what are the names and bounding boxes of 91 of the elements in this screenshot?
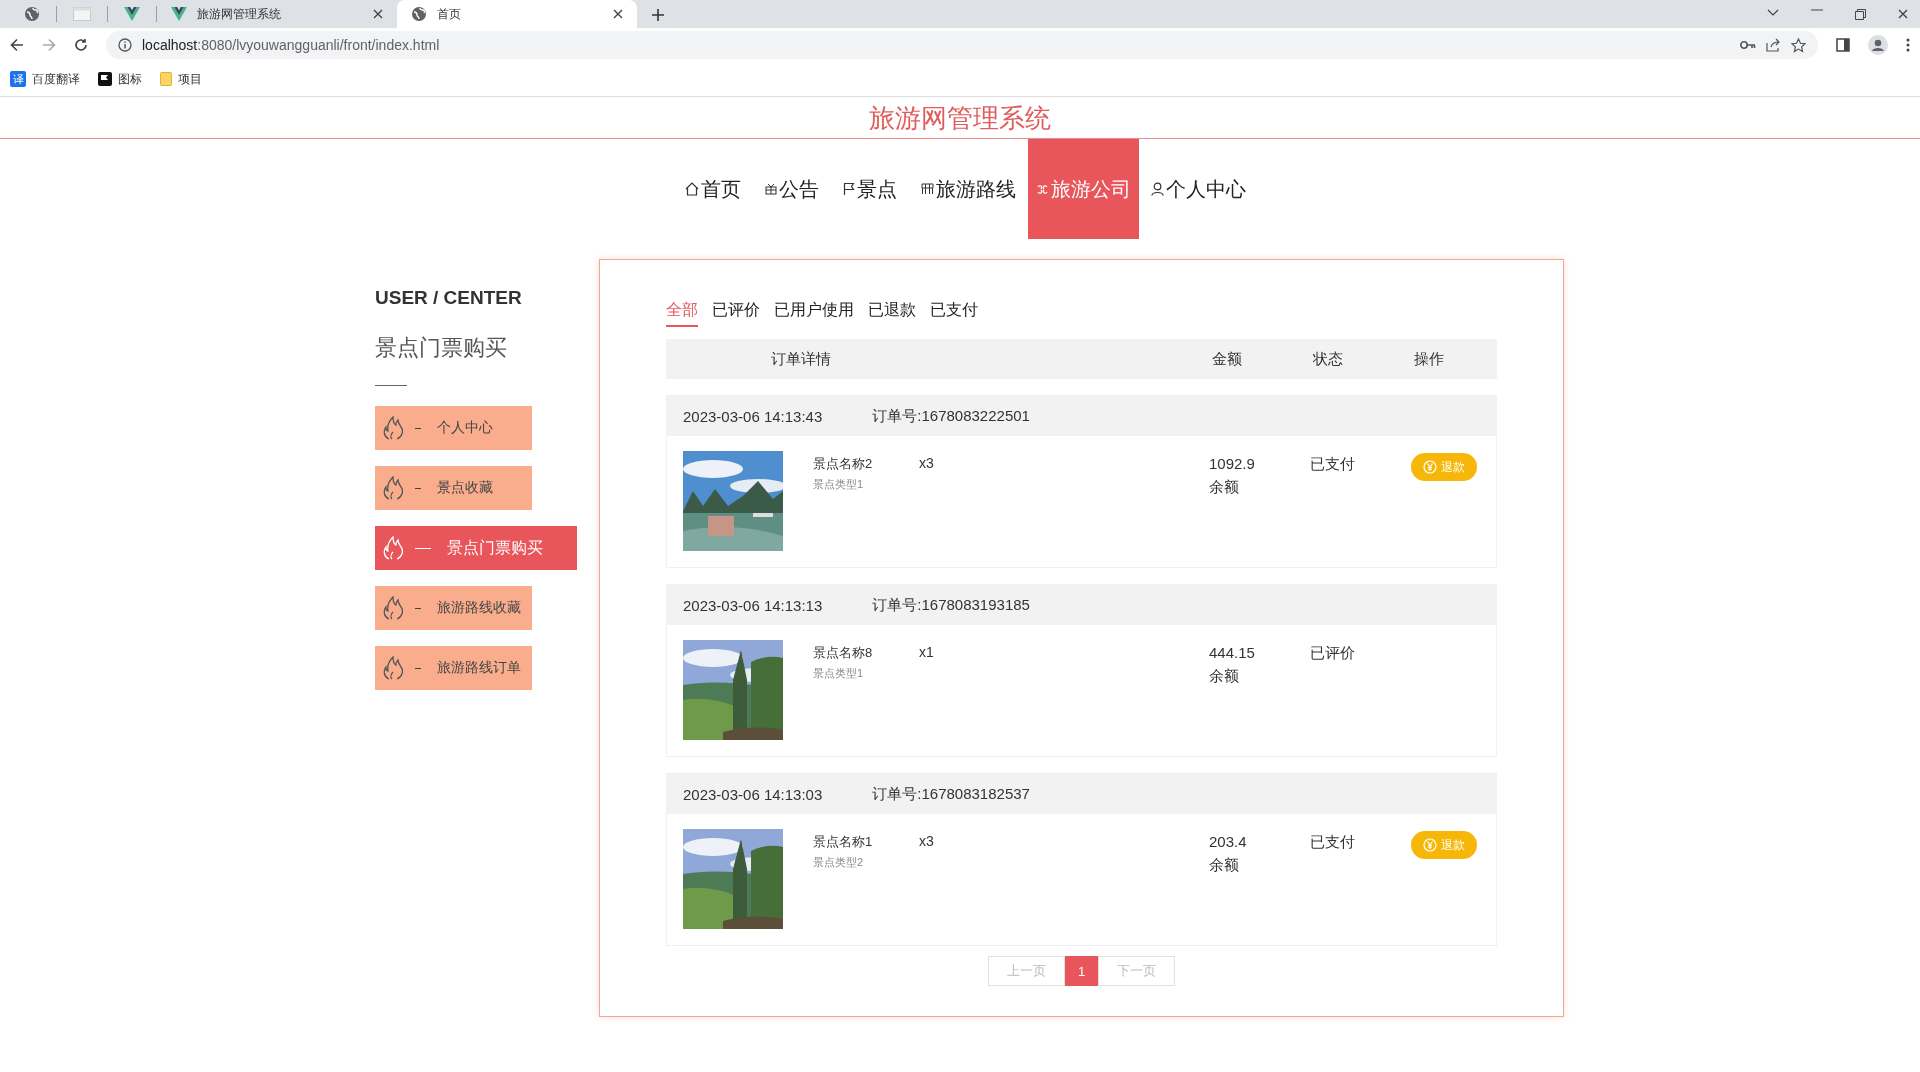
nav-item[interactable]: 景点 [830,139,909,239]
order-status: 已支付 [1310,832,1356,852]
order-time: 2023-03-06 14:13:43 [683,407,823,425]
order-status: 已评价 [1310,643,1356,663]
nav-item[interactable]: 首页 [672,139,753,239]
nav-item[interactable]: 公告 [752,139,831,239]
bookmark[interactable]: 图标 [98,70,142,88]
nav-item[interactable]: 旅游公司 [1027,139,1139,239]
nav-item[interactable]: 个人中心 [1138,139,1258,239]
filter-tab[interactable]: 全部 [666,298,698,327]
site-title: 旅游网管理系统 [0,97,1920,139]
filter-tab[interactable]: 已退款 [868,298,916,327]
flame-icon [383,536,405,560]
close-icon[interactable] [613,9,623,19]
share-icon[interactable] [1766,38,1781,52]
order-number: 订单号:1678083182537 [872,784,1030,804]
column-header: 状态 [1312,349,1344,369]
item-name: 景点名称8 [813,644,874,662]
flame-icon [383,596,405,620]
menu-icon[interactable] [1906,38,1910,52]
order-status: 已支付 [1310,454,1356,474]
filter-tab[interactable]: 已评价 [712,298,760,327]
column-header: 金额 [1211,349,1243,369]
payment-method: 余额 [1209,667,1240,686]
section-subtitle: 景点门票购买 [375,334,508,362]
v-logo-icon [171,7,187,21]
gift-icon [764,183,777,195]
page-icon [73,7,91,21]
flame-icon [383,476,405,500]
key-icon[interactable] [1740,40,1756,50]
new-tab-icon[interactable] [651,8,665,22]
quantity: x3 [919,454,934,473]
browser-tab[interactable]: 首页 [397,0,637,28]
payment-method: 余额 [1209,856,1240,875]
flag-icon [98,72,112,86]
avatar-icon[interactable] [1868,35,1888,55]
folder-icon [160,72,172,86]
section-heading: USER / CENTER [375,287,523,309]
item-name: 景点名称1 [813,833,874,851]
swirl-icon [1035,182,1049,196]
quantity: x1 [919,643,934,662]
nav-item[interactable]: 旅游路线 [908,139,1028,239]
flame-icon [383,416,405,440]
sidebar-item[interactable]: 景点门票购买 [375,526,577,570]
person-icon [1150,182,1164,196]
order-time: 2023-03-06 14:13:13 [683,596,823,614]
sidebar-item[interactable]: 旅游路线收藏 [375,586,532,630]
browser-tab[interactable]: 旅游网管理系统 [157,0,397,28]
item-type: 景点类型1 [813,666,865,681]
flame-icon [383,656,405,680]
side-panel-icon[interactable] [1836,38,1850,52]
order-number: 订单号:1678083193185 [872,595,1030,615]
item-name: 景点名称2 [813,455,874,473]
column-header: 操作 [1413,349,1445,369]
column-header: 订单详情 [770,349,832,369]
yen-icon [1423,838,1437,852]
info-icon [118,38,132,52]
item-type: 景点类型1 [813,477,865,492]
globe-icon [24,6,40,22]
url-text: localhost:8080/lvyouwangguanli/front/index.html [142,37,440,53]
sidebar-item[interactable]: 个人中心 [375,406,532,450]
star-icon[interactable] [1791,37,1806,53]
restore-icon[interactable] [1855,8,1866,20]
translate-icon: 译 [10,71,26,87]
amount: 444.15 [1209,644,1256,661]
address-bar[interactable]: localhost:8080/lvyouwangguanli/front/index.html [106,31,1818,59]
reload-icon[interactable] [74,38,88,52]
amount: 1092.9 [1209,455,1256,472]
payment-method: 余额 [1209,478,1240,497]
item-type: 景点类型2 [813,855,865,870]
bookmark[interactable]: 译 百度翻译 [10,70,80,88]
quantity: x3 [919,832,934,851]
close-icon[interactable] [1898,8,1908,19]
sidebar-item[interactable]: 旅游路线订单 [375,646,532,690]
filter-tab[interactable]: 已支付 [930,298,978,327]
close-icon[interactable] [373,9,383,19]
flag-icon [842,182,855,196]
amount: 203.4 [1209,833,1248,850]
home-icon [684,182,699,196]
order-number: 订单号:1678083222501 [872,406,1030,426]
globe-icon [411,6,427,22]
yen-icon [1423,460,1437,474]
sidebar-item[interactable]: 景点收藏 [375,466,532,510]
grid-icon [920,183,934,195]
v-logo-icon [124,7,140,21]
filter-tab[interactable]: 已用户使用 [774,298,854,327]
chevron-down-icon[interactable] [1767,8,1779,17]
order-time: 2023-03-06 14:13:03 [683,785,823,803]
back-icon[interactable] [10,38,24,52]
bookmark[interactable]: 项目 [160,70,202,88]
page-button[interactable]: 1 [1064,956,1099,986]
